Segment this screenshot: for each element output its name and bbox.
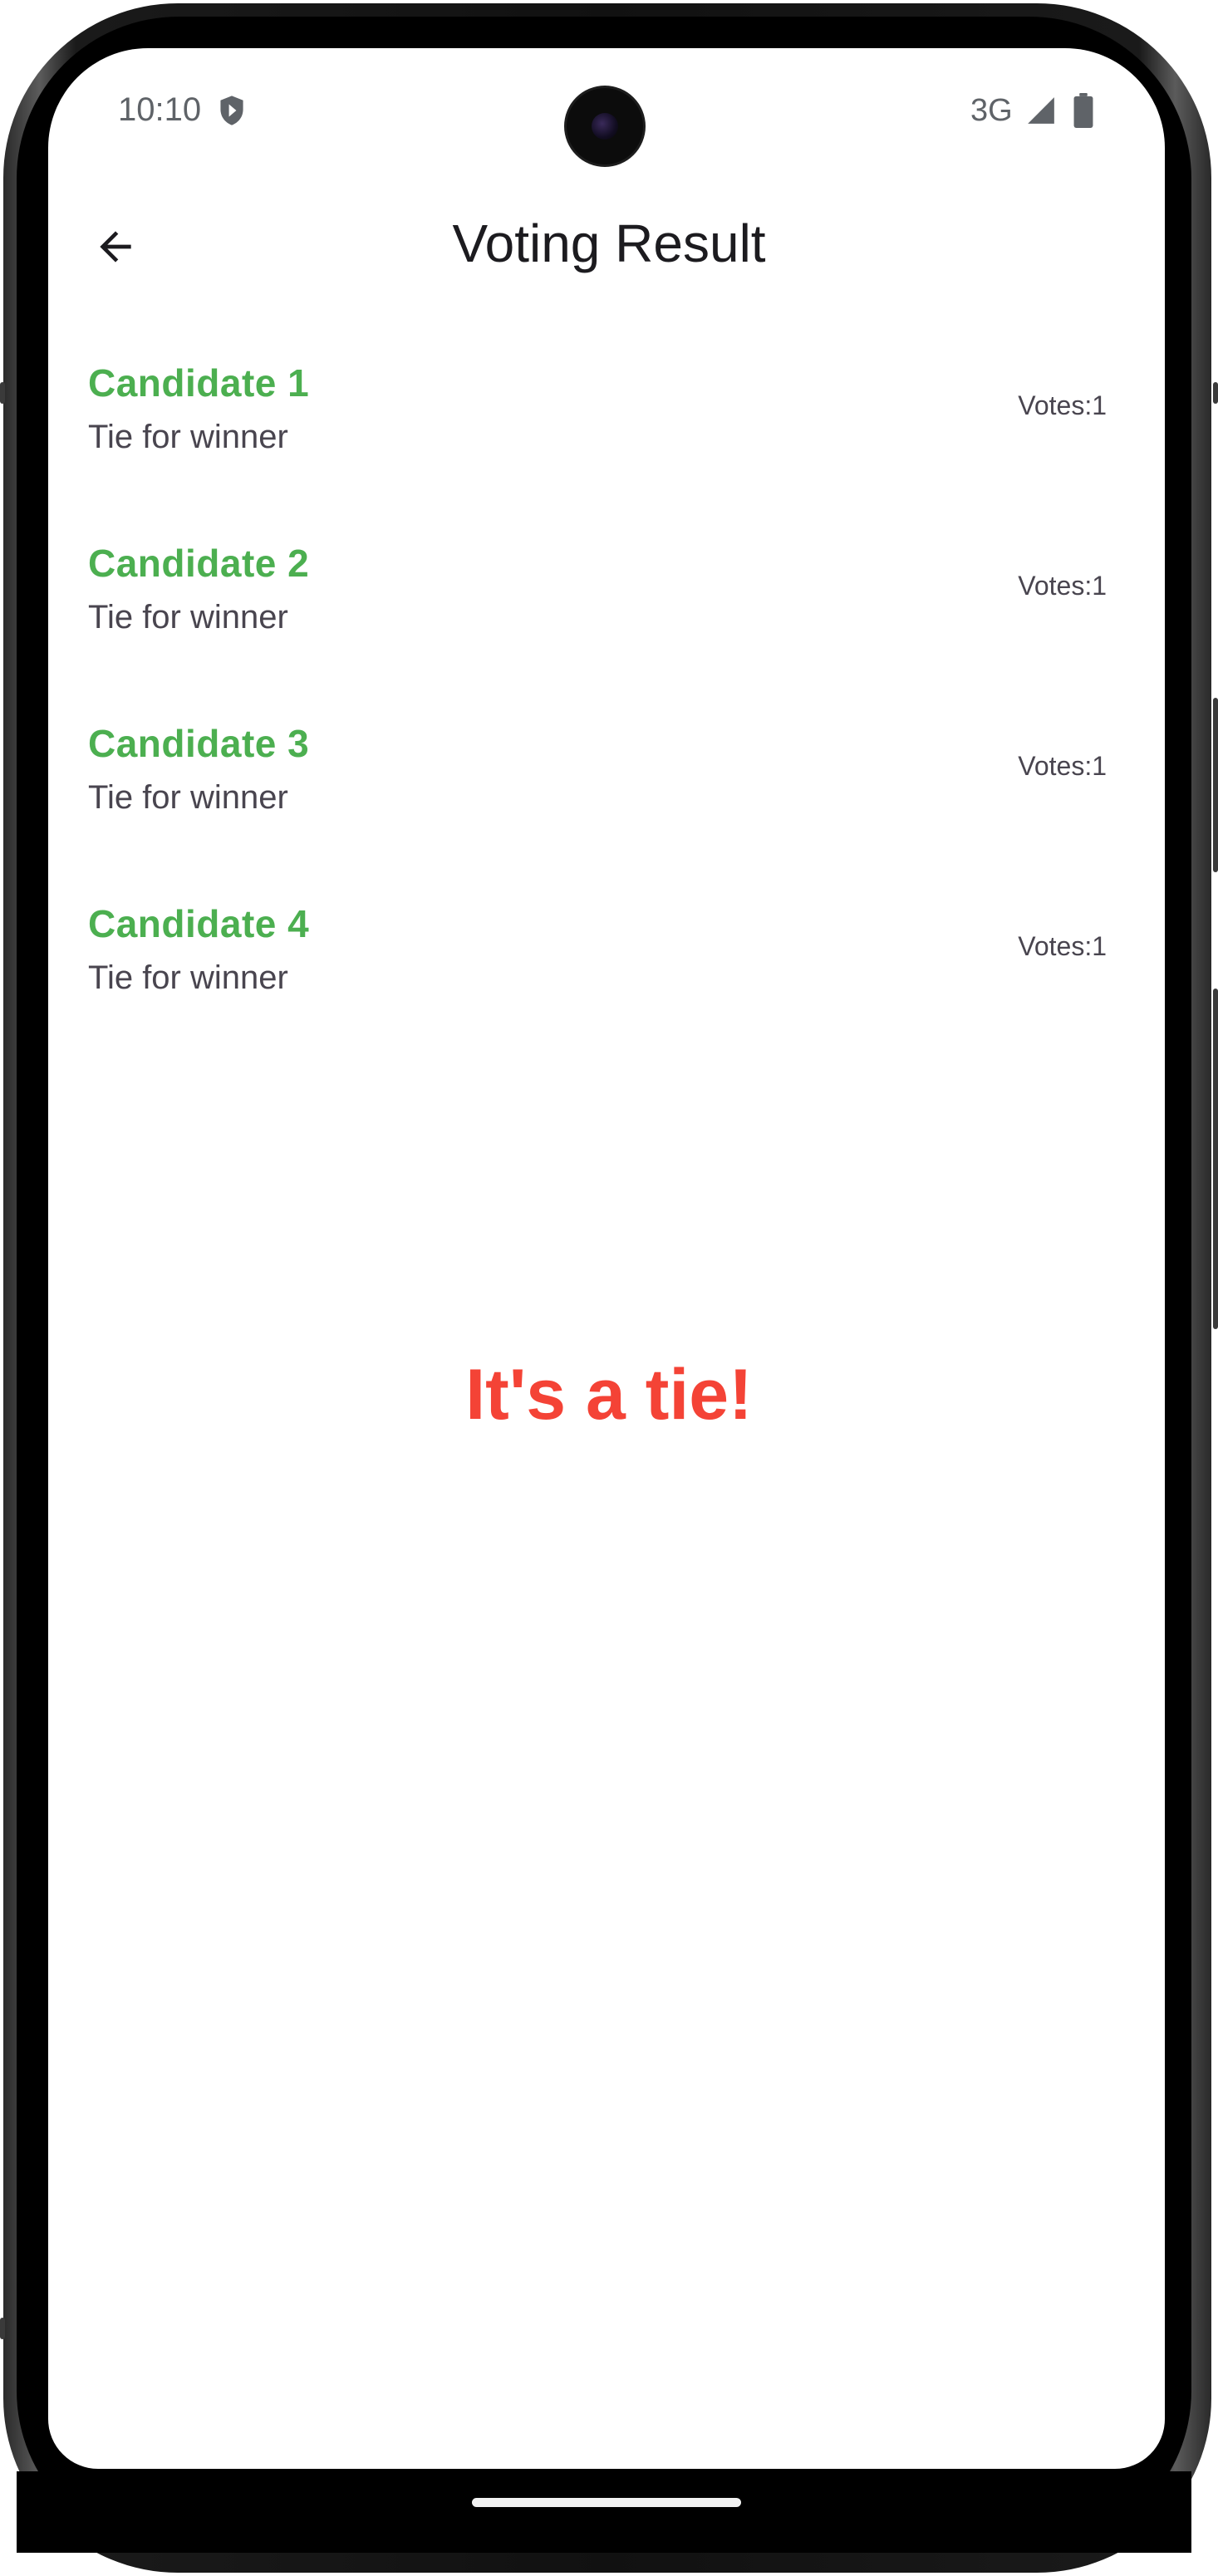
candidate-votes: Votes:1 (1018, 751, 1107, 781)
candidate-item[interactable]: Candidate 4 Tie for winner Votes:1 (88, 901, 1107, 1067)
candidate-status: Tie for winner (88, 959, 288, 996)
candidate-name: Candidate 4 (88, 902, 310, 945)
candidate-name: Candidate 3 (88, 722, 310, 765)
shield-icon (220, 96, 243, 125)
signal-icon (1028, 97, 1054, 124)
side-button-right (1213, 382, 1218, 404)
result-message: It's a tie! (465, 1355, 753, 1435)
page-title: Voting Result (452, 213, 766, 273)
power-button[interactable] (1213, 698, 1218, 872)
phone-device: 10:10 3G Voting Result Candidate 1 Tie f… (0, 0, 1218, 2576)
candidate-votes: Votes:1 (1018, 390, 1107, 420)
candidate-status: Tie for winner (88, 599, 288, 635)
home-indicator[interactable] (472, 2498, 741, 2507)
status-time: 10:10 (118, 91, 202, 128)
candidate-votes: Votes:1 (1018, 931, 1107, 961)
candidate-status: Tie for winner (88, 419, 288, 455)
candidate-votes: Votes:1 (1018, 571, 1107, 601)
side-button-left-lower (0, 2318, 5, 2339)
network-type: 3G (970, 93, 1013, 128)
candidate-status: Tie for winner (88, 779, 288, 816)
candidate-item[interactable]: Candidate 1 Tie for winner Votes:1 (88, 361, 1107, 527)
candidate-item[interactable]: Candidate 3 Tie for winner Votes:1 (88, 721, 1107, 887)
front-camera (567, 88, 643, 164)
candidate-name: Candidate 2 (88, 542, 310, 585)
volume-button[interactable] (1213, 989, 1218, 1329)
battery-icon (1073, 93, 1093, 128)
candidate-item[interactable]: Candidate 2 Tie for winner Votes:1 (88, 541, 1107, 707)
navigation-bar (17, 2471, 1191, 2553)
candidate-name: Candidate 1 (88, 361, 310, 405)
side-button-left (0, 382, 5, 404)
